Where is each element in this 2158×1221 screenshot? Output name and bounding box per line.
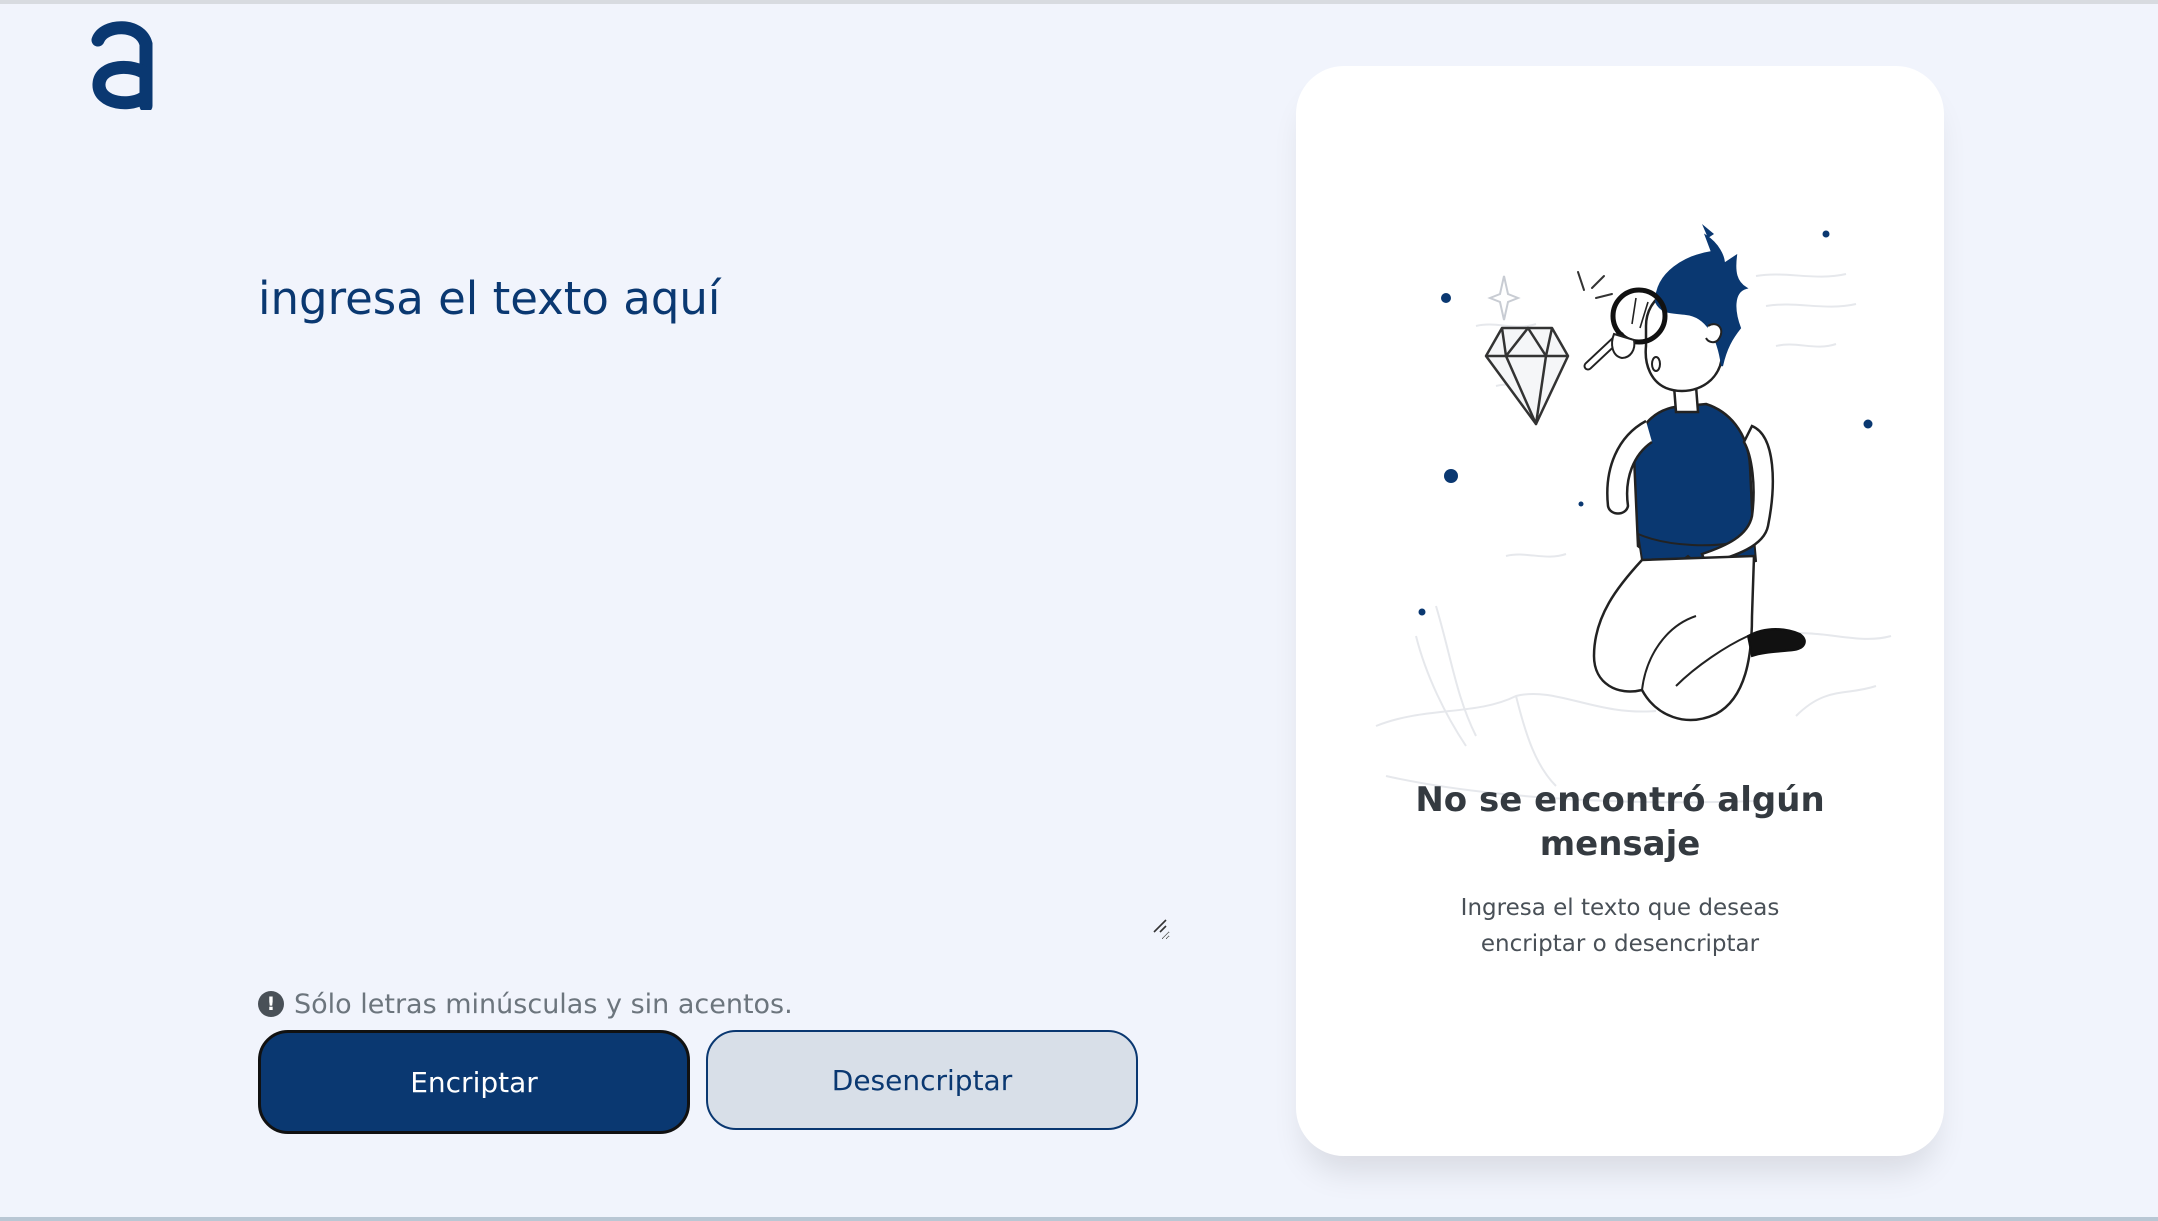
decrypt-button[interactable]: Desencriptar: [706, 1030, 1138, 1130]
hint-text: Sólo letras minúsculas y sin acentos.: [294, 988, 793, 1020]
decrypt-button-label: Desencriptar: [831, 1063, 1013, 1097]
exclamation-circle-icon: !: [258, 991, 284, 1017]
empty-state-title: No se encontró algún mensaje: [1296, 778, 1944, 866]
output-card: No se encontró algún mensaje Ingresa el …: [1296, 66, 1944, 1156]
empty-state-subtitle: Ingresa el texto que deseas encriptar o …: [1296, 890, 1944, 962]
input-hint: ! Sólo letras minúsculas y sin acentos.: [258, 986, 793, 1022]
empty-state-title-line2: mensaje: [1539, 824, 1701, 864]
empty-state-subtitle-line2: encriptar o desencriptar: [1480, 931, 1760, 957]
empty-state-title-line1: No se encontró algún: [1415, 780, 1825, 820]
top-border: [0, 0, 2158, 4]
resize-handle-icon[interactable]: [1150, 916, 1168, 934]
empty-state-illustration: [1375, 224, 1892, 804]
bottom-border: [0, 1217, 2158, 1221]
message-input[interactable]: [258, 270, 1170, 940]
empty-state-subtitle-line1: Ingresa el texto que deseas: [1460, 895, 1780, 921]
encrypt-button-label: Encriptar: [410, 1065, 538, 1099]
encrypt-button[interactable]: Encriptar: [258, 1030, 690, 1134]
alura-logo-icon: [91, 21, 153, 110]
